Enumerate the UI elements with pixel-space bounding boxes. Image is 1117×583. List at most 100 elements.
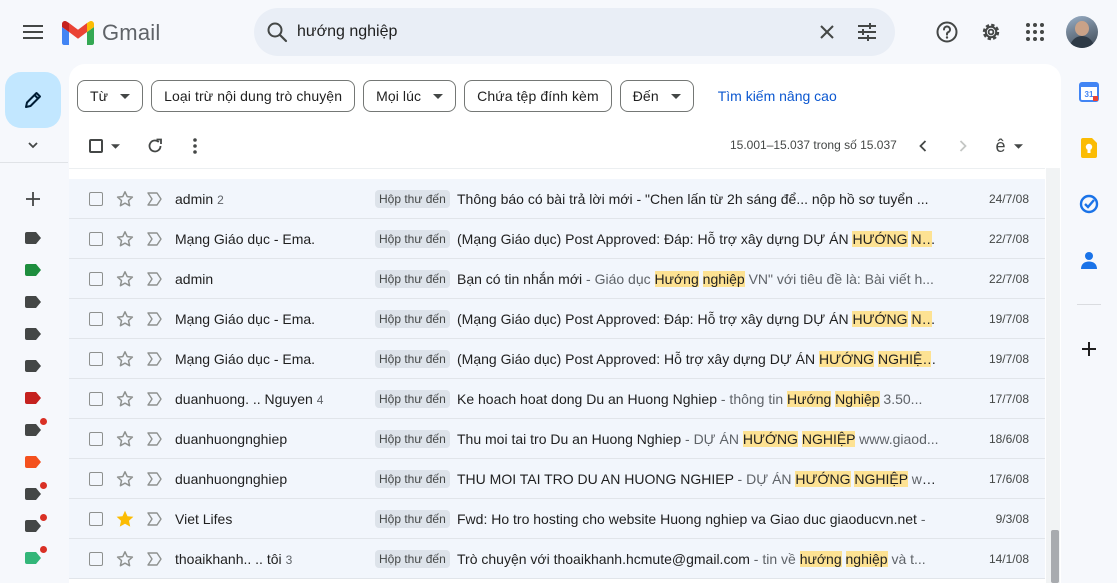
star-outline-icon[interactable] xyxy=(115,389,135,409)
star-outline-icon[interactable] xyxy=(115,349,135,369)
row-checkbox[interactable] xyxy=(89,512,103,526)
email-row[interactable]: Mạng Giáo dục - Ema. Hộp thư đến (Mạng Giá… xyxy=(69,219,1045,259)
email-row[interactable]: admin Hộp thư đến Bạn có tin nhắn mới - Gi… xyxy=(69,259,1045,299)
account-avatar[interactable] xyxy=(1066,16,1098,48)
more-actions-button[interactable] xyxy=(175,126,215,166)
create-label-icon[interactable] xyxy=(22,188,44,210)
sidebar-label-tag[interactable] xyxy=(25,482,47,500)
importance-marker-icon[interactable] xyxy=(147,552,162,566)
search-bar[interactable]: hướng nghiệp xyxy=(254,8,895,56)
inbox-label-badge[interactable]: Hộp thư đến xyxy=(375,310,450,328)
inbox-label-badge[interactable]: Hộp thư đến xyxy=(375,510,450,528)
importance-marker-icon[interactable] xyxy=(147,232,162,246)
contacts-app-button[interactable] xyxy=(1077,248,1101,272)
row-checkbox[interactable] xyxy=(89,352,103,366)
star-outline-icon[interactable] xyxy=(115,429,135,449)
email-row[interactable]: thoaikhanh.. .. tôi 3 Hộp thư đến Trò chuyệ… xyxy=(69,539,1045,579)
sidebar-label-tag[interactable] xyxy=(25,359,41,372)
keep-app-button[interactable] xyxy=(1077,136,1101,160)
star-outline-icon[interactable] xyxy=(115,549,135,569)
sidebar-label-tag[interactable] xyxy=(25,231,41,244)
row-checkbox[interactable] xyxy=(89,472,103,486)
star-outline-icon[interactable] xyxy=(115,469,135,489)
search-input[interactable]: hướng nghiệp xyxy=(297,23,807,41)
filter-chip-from[interactable]: Từ xyxy=(77,80,144,112)
sidebar-label-tag[interactable] xyxy=(25,418,47,436)
importance-marker-icon[interactable] xyxy=(147,432,162,446)
main-menu-button[interactable] xyxy=(13,12,53,52)
filter-chip-any-time[interactable]: Mọi lúc xyxy=(363,80,457,112)
sidebar-label-tag[interactable] xyxy=(25,327,41,340)
importance-marker-icon[interactable] xyxy=(147,352,162,366)
importance-marker-icon[interactable] xyxy=(147,472,162,486)
sidebar-label-tag[interactable] xyxy=(25,455,41,468)
select-options-dropdown[interactable] xyxy=(107,126,123,166)
tasks-app-button[interactable] xyxy=(1077,192,1101,216)
newer-page-button[interactable] xyxy=(903,126,943,166)
support-button[interactable] xyxy=(927,12,967,52)
star-outline-icon[interactable] xyxy=(115,269,135,289)
row-checkbox[interactable] xyxy=(89,192,103,206)
sidebar-label-tag[interactable] xyxy=(25,295,41,308)
row-checkbox[interactable] xyxy=(89,432,103,446)
email-row[interactable]: Mạng Giáo dục - Ema. Hộp thư đến (Mạng Giá… xyxy=(69,339,1045,379)
email-row[interactable]: admin 2 Hộp thư đến Thông báo có bài trả lờ… xyxy=(69,179,1045,219)
importance-marker-icon[interactable] xyxy=(147,272,162,286)
importance-marker-icon[interactable] xyxy=(147,312,162,326)
star-filled-icon[interactable] xyxy=(115,509,135,529)
star-outline-icon[interactable] xyxy=(115,189,135,209)
compose-button[interactable] xyxy=(5,72,61,128)
row-checkbox[interactable] xyxy=(89,392,103,406)
calendar-icon: 31 xyxy=(1079,82,1099,102)
email-row[interactable]: Viet Lifes Hộp thư đến Fwd: Ho tro hosting… xyxy=(69,499,1045,539)
email-date: 24/7/08 xyxy=(988,192,1029,206)
inbox-label-badge[interactable]: Hộp thư đến xyxy=(375,270,450,288)
row-checkbox[interactable] xyxy=(89,232,103,246)
inbox-label-badge[interactable]: Hộp thư đến xyxy=(375,390,450,408)
filter-chip-exclude-chats[interactable]: Loại trừ nội dung trò chuyện xyxy=(151,80,356,112)
get-addons-button[interactable] xyxy=(1077,337,1101,361)
sidebar-label-tag[interactable] xyxy=(25,391,41,404)
settings-button[interactable] xyxy=(971,12,1011,52)
sidebar-label-tag[interactable] xyxy=(25,546,47,564)
email-sender: Viet Lifes xyxy=(175,511,365,527)
older-page-button[interactable] xyxy=(943,126,983,166)
calendar-app-button[interactable]: 31 xyxy=(1077,80,1101,104)
email-date: 17/6/08 xyxy=(988,472,1029,486)
inbox-label-badge[interactable]: Hộp thư đến xyxy=(375,550,450,568)
row-checkbox[interactable] xyxy=(89,272,103,286)
inbox-label-badge[interactable]: Hộp thư đến xyxy=(375,350,450,368)
search-options-button[interactable] xyxy=(847,12,887,52)
star-outline-icon[interactable] xyxy=(115,309,135,329)
label-icon xyxy=(25,392,41,404)
email-row[interactable]: duanhuong. .. Nguyen 4 Hộp thư đến Ke hoach… xyxy=(69,379,1045,419)
inbox-label-badge[interactable]: Hộp thư đến xyxy=(375,470,450,488)
scrollbar-track[interactable] xyxy=(1046,168,1060,583)
email-row[interactable]: duanhuongnghiep Hộp thư đến Thu moi tai tr… xyxy=(69,419,1045,459)
row-checkbox[interactable] xyxy=(89,312,103,326)
importance-marker-icon[interactable] xyxy=(147,512,162,526)
input-tools-button[interactable]: ê xyxy=(987,126,1031,166)
more-labels-toggle[interactable] xyxy=(24,136,42,154)
refresh-button[interactable] xyxy=(135,126,175,166)
row-checkbox[interactable] xyxy=(89,552,103,566)
importance-marker-icon[interactable] xyxy=(147,392,162,406)
importance-marker-icon[interactable] xyxy=(147,192,162,206)
advanced-search-link[interactable]: Tìm kiếm nâng cao xyxy=(718,88,837,104)
star-outline-icon[interactable] xyxy=(115,229,135,249)
clear-search-button[interactable] xyxy=(807,12,847,52)
inbox-label-badge[interactable]: Hộp thư đến xyxy=(375,190,450,208)
inbox-label-badge[interactable]: Hộp thư đến xyxy=(375,230,450,248)
filter-chip-has-attachment[interactable]: Chứa tệp đính kèm xyxy=(464,80,612,112)
scrollbar-thumb[interactable] xyxy=(1051,530,1059,583)
sidebar-label-tag[interactable] xyxy=(25,263,41,276)
sidebar-label-tag[interactable] xyxy=(25,514,47,532)
google-apps-button[interactable] xyxy=(1015,12,1055,52)
email-row[interactable]: duanhuongnghiep Hộp thư đến THU MOI TAI TR… xyxy=(69,459,1045,499)
inbox-label-badge[interactable]: Hộp thư đến xyxy=(375,430,450,448)
search-icon[interactable] xyxy=(265,20,289,44)
gmail-logo[interactable]: Gmail xyxy=(62,20,160,46)
select-all-checkbox[interactable] xyxy=(85,126,107,166)
email-row[interactable]: Mạng Giáo dục - Ema. Hộp thư đến (Mạng Giá… xyxy=(69,299,1045,339)
filter-chip-to[interactable]: Đến xyxy=(619,80,694,112)
